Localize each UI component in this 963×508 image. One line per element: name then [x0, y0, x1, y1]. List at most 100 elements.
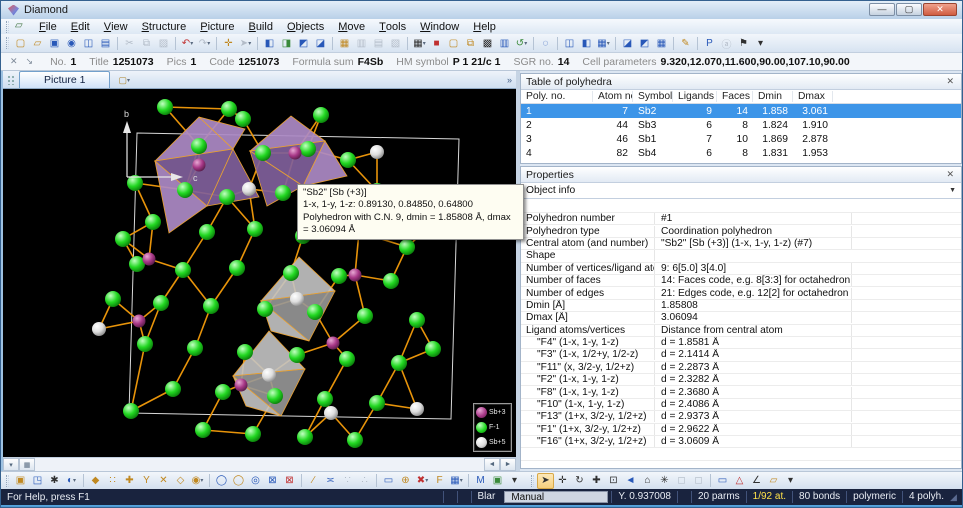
antimony3-atom[interactable] [193, 159, 206, 172]
menu-structure[interactable]: Structure [135, 19, 194, 34]
move-tool-icon[interactable]: ✛ [554, 473, 571, 489]
antimony5-atom[interactable] [410, 402, 424, 416]
fluorine-atom[interactable] [229, 260, 245, 276]
property-row[interactable]: Number of faces14: Faces code, e.g. 8[3:… [521, 275, 961, 287]
fluorine-atom[interactable] [425, 341, 441, 357]
antimony3-atom[interactable] [133, 315, 146, 328]
toolbar-overflow-icon[interactable]: ▾ [752, 35, 769, 51]
hydrogen-bond-icon[interactable]: ≍ [322, 473, 339, 489]
add-atom-icon[interactable]: ◆ [87, 473, 104, 489]
history-icon[interactable]: ↺▾ [513, 35, 530, 51]
eraser-icon[interactable]: ▱ [765, 473, 782, 489]
picture-window-icon[interactable]: ◨ [278, 35, 295, 51]
spin-tool-icon[interactable]: ✳ [656, 473, 673, 489]
fluorine-atom[interactable] [307, 304, 323, 320]
fluorine-atom[interactable] [215, 384, 231, 400]
antimony5-atom[interactable] [324, 406, 338, 420]
properties-pane-icon[interactable]: ◫ [561, 35, 578, 51]
fill-unit-cell-icon[interactable]: ◯ [213, 473, 230, 489]
pan-mode-icon[interactable]: ✛ [220, 35, 237, 51]
property-row[interactable]: Ligand atoms/verticesDistance from centr… [521, 325, 961, 337]
property-row[interactable]: "F16" (1+x, 3/2-y, 1/2+z)d = 3.0609 Å [521, 436, 961, 448]
polyhedra-panel-close-icon[interactable]: ✕ [944, 76, 956, 87]
menu-help[interactable]: Help [466, 19, 503, 34]
fluorine-atom[interactable] [199, 224, 215, 240]
canvas-grid-button[interactable]: ▦ [19, 458, 35, 471]
info-close-icon[interactable]: ✕ [10, 56, 18, 67]
find-icon[interactable]: ◉ [63, 35, 80, 51]
color-scheme-icon[interactable]: ▦▾ [448, 473, 465, 489]
hscroll-track[interactable] [35, 458, 484, 471]
property-row[interactable]: Number of vertices/ligand atoms9: 6[5.0]… [521, 263, 961, 275]
measure-m-icon[interactable]: M [472, 473, 489, 489]
table-mode-icon[interactable]: ▦▾ [411, 35, 428, 51]
picture-layout-icon[interactable]: ▩ [479, 35, 496, 51]
build-wizard-icon[interactable]: ✱ [46, 473, 63, 489]
polyhedra-table-row[interactable]: 346Sb17101.8692.878 [521, 132, 961, 146]
bond-fe-icon[interactable]: F [431, 473, 448, 489]
column-header-poly-no-[interactable]: Poly. no. [521, 91, 593, 102]
resize-grip[interactable]: ◢ [950, 492, 962, 503]
property-row[interactable]: Shape [521, 250, 961, 262]
fluorine-atom[interactable] [153, 295, 169, 311]
fluorine-atom[interactable] [391, 355, 407, 371]
fluorine-atom[interactable] [165, 381, 181, 397]
fluorine-atom[interactable] [247, 221, 263, 237]
property-row[interactable]: Dmax [Å]3.06094 [521, 312, 961, 324]
print-icon[interactable]: ▤ [97, 35, 114, 51]
create-bond-icon[interactable]: ∕ [305, 473, 322, 489]
fluorine-atom[interactable] [123, 403, 139, 419]
fluorine-atom[interactable] [347, 432, 363, 448]
fluorine-atom[interactable] [257, 301, 273, 317]
fluorine-atom[interactable] [219, 189, 235, 205]
render-icon[interactable]: ■ [428, 35, 445, 51]
picture-hscrollbar[interactable]: ▾▦◄► [3, 457, 516, 471]
unit-cell-edges-icon[interactable]: ▭ [380, 473, 397, 489]
connect-atoms-icon[interactable]: Y [138, 473, 155, 489]
toolbar-collapse-button[interactable]: ▾ [3, 458, 19, 471]
new-window-icon[interactable]: ◪ [312, 35, 329, 51]
export-picture-icon[interactable]: ◳ [29, 473, 46, 489]
powder-pattern-icon[interactable]: P [701, 35, 718, 51]
menu-file[interactable]: File [32, 19, 64, 34]
cell-axes-icon[interactable]: ⊕ [397, 473, 414, 489]
column-header-dmin[interactable]: Dmin [753, 91, 793, 102]
menu-edit[interactable]: Edit [64, 19, 97, 34]
menu-picture[interactable]: Picture [193, 19, 241, 34]
fluorine-atom[interactable] [317, 391, 333, 407]
open-file-icon[interactable]: ▱ [29, 35, 46, 51]
import-icon[interactable]: ▱ [15, 20, 29, 33]
fluorine-atom[interactable] [409, 312, 425, 328]
fluorine-atom[interactable] [383, 273, 399, 289]
fluorine-atom[interactable] [203, 298, 219, 314]
menu-window[interactable]: Window [413, 19, 466, 34]
scroll-left-arrow-icon[interactable]: ◄ [484, 458, 500, 471]
previous-view-icon[interactable]: ◄ [622, 473, 639, 489]
fill-sphere-icon[interactable]: ◯ [230, 473, 247, 489]
pov-export-icon[interactable]: ⚑ [735, 35, 752, 51]
destroy-packing-icon[interactable]: ⊠ [281, 473, 298, 489]
tab-picture-1[interactable]: Picture 1 [19, 71, 110, 88]
fluorine-atom[interactable] [275, 185, 291, 201]
polyhedra-table-row[interactable]: 482Sb4681.8311.953 [521, 146, 961, 160]
menu-view[interactable]: View [97, 19, 135, 34]
fluorine-atom[interactable] [235, 111, 251, 127]
fluorine-atom[interactable] [297, 429, 313, 445]
fluorine-atom[interactable] [331, 268, 347, 284]
plot-icon[interactable]: ◩ [636, 35, 653, 51]
title-bar[interactable]: Diamond — ▢ ✕ [1, 1, 962, 19]
restore-window-icon[interactable]: ◩ [295, 35, 312, 51]
photo-render-icon[interactable]: ▣ [489, 473, 506, 489]
table-pane-icon[interactable]: ▦▾ [595, 35, 612, 51]
home-view-icon[interactable]: ⌂ [639, 473, 656, 489]
minimize-button[interactable]: — [869, 3, 895, 16]
coordination-sphere-icon[interactable]: ◉▾ [189, 473, 206, 489]
antimony5-atom[interactable] [370, 145, 384, 159]
fluorine-atom[interactable] [195, 422, 211, 438]
fluorine-atom[interactable] [177, 182, 193, 198]
data-table-icon[interactable]: ▦ [653, 35, 670, 51]
structure-table-icon[interactable]: ▦ [336, 35, 353, 51]
fluorine-atom[interactable] [175, 262, 191, 278]
measure-torsion-icon[interactable]: ∠ [748, 473, 765, 489]
new-document-icon[interactable]: ▢ [12, 35, 29, 51]
